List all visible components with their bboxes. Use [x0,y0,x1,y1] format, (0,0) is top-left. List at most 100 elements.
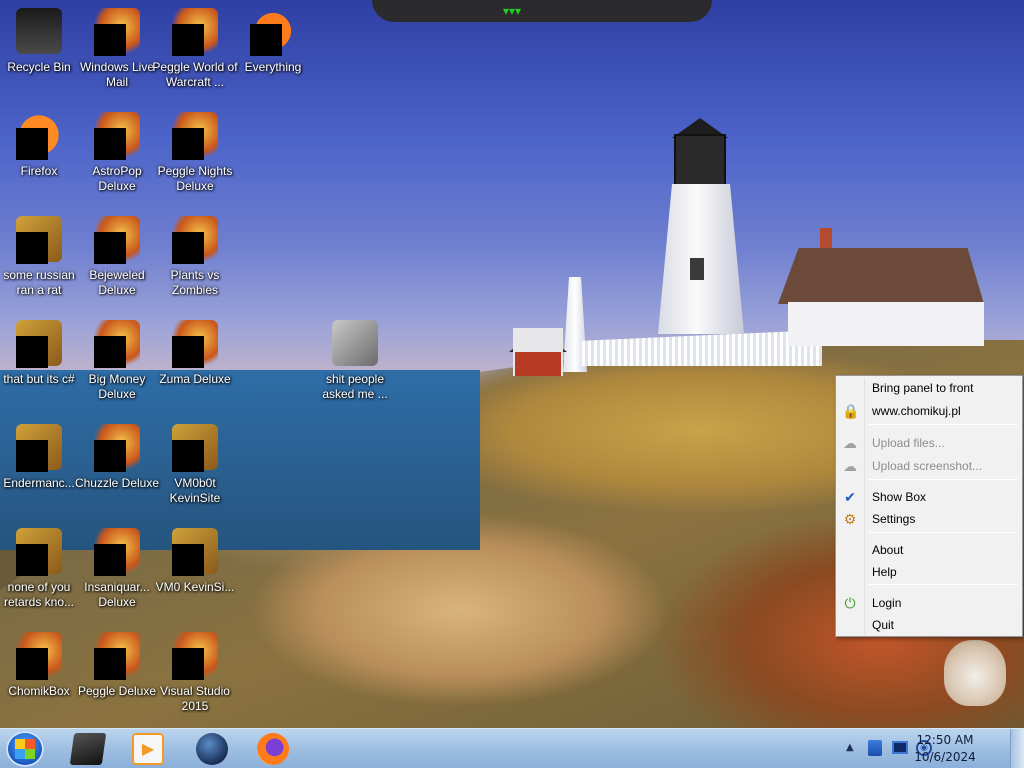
menu-item-www-chomikuj-pl[interactable]: 🔒 www.chomikuj.pl [838,400,1020,422]
desktop-icon-label: Visual Studio 2015 [160,684,230,713]
desktop-icon[interactable]: Recycle Bin [0,2,78,98]
menu-separator [868,584,1018,585]
desktop-icon[interactable]: Zuma Deluxe [156,314,234,410]
desktop-icon[interactable]: that but its c# [0,314,78,410]
desktop-icon[interactable]: Chuzzle Deluxe [75,418,159,514]
desktop-icon[interactable]: Windows Live Mail [78,2,156,98]
desktop-icon[interactable]: none of you retards kno... [0,522,78,618]
taskbar-app-globe[interactable] [196,733,228,765]
redacted-icon-overlay [94,128,126,160]
desktop-icon[interactable]: Plants vs Zombies [156,210,234,306]
desktop-icon[interactable]: Everything [234,2,312,98]
menu-separator [868,532,1018,533]
desktop-icon-label: Everything [244,60,302,74]
menu-item-login[interactable]: ⏻ Login [838,592,1020,614]
app-icon [16,320,62,368]
lighthouse-lamp [674,134,726,186]
chuzzle-icon [94,424,140,472]
clock-date[interactable]: 10/6/2024 [912,750,978,764]
menu-item-label: About [872,543,904,557]
menu-item-quit[interactable]: Quit [838,614,1020,636]
gear-icon: ⚙ [843,511,857,527]
zuma-icon [172,320,218,368]
desktop-icon[interactable]: Insaniquar... Deluxe [78,522,156,618]
desktop-icon-label: Recycle Bin [7,60,71,74]
desktop-icon-label: Endermanc... [3,476,75,490]
taskbar-app-media-player[interactable]: ▶ [132,733,164,765]
wallpaper-lighthouse [652,112,748,334]
redacted-icon-overlay [94,544,126,576]
desktop-icon[interactable]: Peggle World of Warcraft ... [152,2,238,98]
redacted-icon-overlay [16,128,48,160]
visual-studio-icon [172,632,218,680]
desktop-icon-label: ChomikBox [8,684,70,698]
desktop-icon[interactable]: Firefox [0,106,78,202]
desktop-icon[interactable]: ChomikBox [0,626,78,722]
menu-separator [868,479,1018,480]
network-tray-icon[interactable] [868,740,882,756]
desktop-icon-label: Peggle Nights Deluxe [157,164,233,193]
menu-item-about[interactable]: About [838,539,1020,561]
menu-item-show-box[interactable]: ✔ Show Box [838,486,1020,508]
app-icon [16,528,62,576]
desktop-icon[interactable]: Visual Studio 2015 [156,626,234,722]
app-icon [16,216,62,264]
menu-item-help[interactable]: Help [838,561,1020,583]
desktop-icon[interactable]: some russian ran a rat [0,210,78,306]
menu-item-label: Upload files... [872,436,945,450]
top-panel-handle[interactable] [372,0,712,22]
menu-item-label: Settings [872,512,916,526]
desktop-icon[interactable]: shit people asked me ... [316,314,394,410]
menu-item-label: Quit [872,618,895,632]
show-hidden-icons-icon[interactable]: ▲ [846,742,854,753]
desktop-icon-label: Firefox [20,164,58,178]
menu-item-label: Show Box [872,490,927,504]
taskbar-app-media-center[interactable] [69,733,107,765]
desktop-icon[interactable]: VM0 KevinSi... [156,522,234,618]
desktop-icon[interactable]: VM0b0t KevinSite [156,418,234,514]
desktop-icon[interactable]: Bejeweled Deluxe [78,210,156,306]
recycle-bin-icon [16,8,62,54]
chomik-hamster-icon[interactable] [944,640,1006,706]
redacted-icon-overlay [250,24,282,56]
bejeweled-icon [94,216,140,264]
peggle-wow-icon [172,8,218,56]
chomikbox-context-menu: Bring panel to front 🔒 www.chomikuj.pl ☁ Upl… [835,375,1023,637]
desktop-icon[interactable]: Endermanc... [0,418,78,514]
redacted-icon-overlay [16,648,48,680]
show-desktop-button[interactable] [1010,729,1024,768]
desktop-icon[interactable]: Big Money Deluxe [78,314,156,410]
menu-item-settings[interactable]: ⚙ Settings [838,508,1020,530]
desktop-icon[interactable]: Peggle Nights Deluxe [156,106,234,202]
redacted-icon-overlay [94,232,126,264]
chomikbox-icon [16,632,62,680]
redacted-icon-overlay [172,128,204,160]
wallpaper-shed-base [515,352,561,376]
desktop-icon[interactable]: AstroPop Deluxe [78,106,156,202]
desktop-icon-label: none of you retards kno... [3,580,75,609]
menu-item-bring-panel-to-front[interactable]: Bring panel to front [838,377,1020,399]
menu-item-label: Upload screenshot... [872,459,983,473]
peggle-icon [94,632,140,680]
wallpaper-house [778,248,984,348]
menu-separator [868,424,1018,425]
cloud-upload-icon: ☁ [843,458,857,474]
menu-item-upload-files: ☁ Upload files... [838,432,1020,454]
taskbar-app-firefox[interactable] [257,733,289,765]
menu-item-label: www.chomikuj.pl [872,404,961,418]
redacted-icon-overlay [172,24,204,56]
start-button[interactable] [6,731,44,767]
top-panel-indicator-icon: ▾▾▾ [502,4,522,18]
insaniquarium-icon [94,528,140,576]
desktop-icon[interactable]: Peggle Deluxe [78,626,156,722]
login-icon: ⏻ [844,595,856,611]
desktop-icon-label: that but its c# [3,372,75,386]
clock-time[interactable]: 12:50 AM [912,733,978,747]
desktop-icon-label: Plants vs Zombies [170,268,220,297]
lock-icon: 🔒 [842,403,860,419]
wallpaper-house-body [788,302,984,346]
check-icon: ✔ [844,489,856,505]
redacted-icon-overlay [172,232,204,264]
display-tray-icon[interactable] [892,741,908,754]
desktop-icon-label: Chuzzle Deluxe [74,476,160,490]
